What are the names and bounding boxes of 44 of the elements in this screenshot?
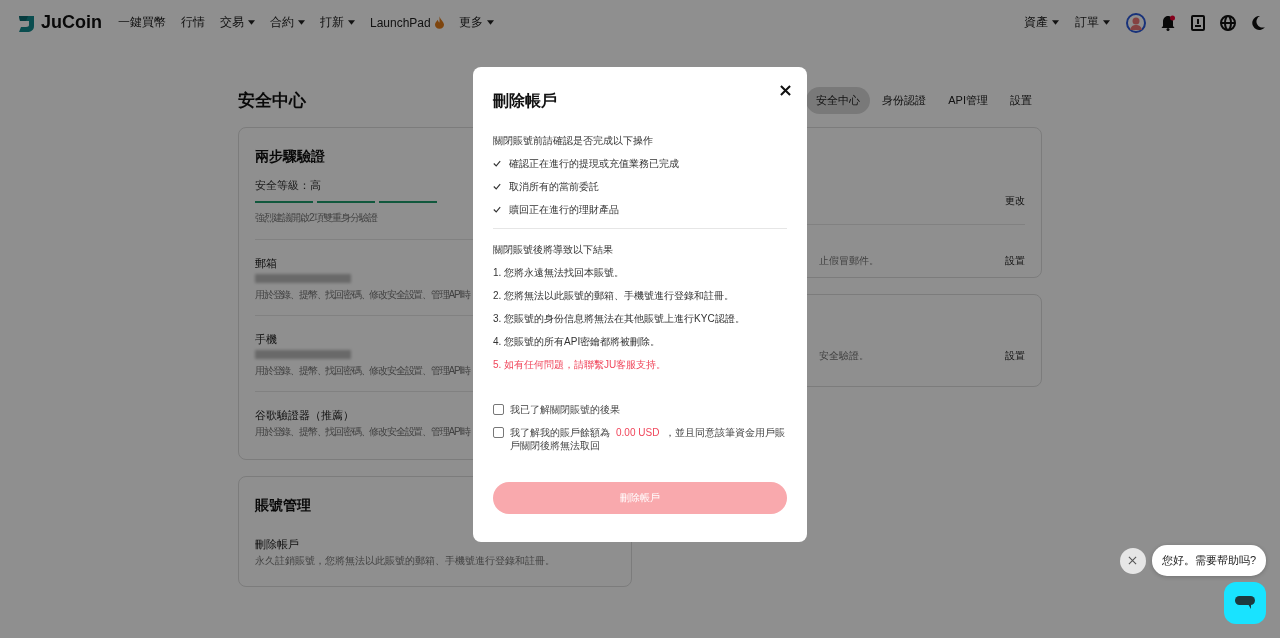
action-link[interactable]: 設置 — [1005, 254, 1025, 268]
checkbox-label: 我了解我的賬戶餘額為 0.00 USD ，並且同意該筆資金用戶賬戶關閉後將無法取回 — [510, 426, 787, 452]
nav-item[interactable]: 交易 — [220, 14, 255, 31]
card-title: 兩步驟驗證 — [255, 148, 325, 166]
page-title: 安全中心 — [238, 89, 306, 112]
nav-item[interactable]: 一鍵買幣 — [118, 14, 166, 31]
row-label: 郵箱 — [255, 256, 277, 271]
row-description: 止假冒郵件。 — [819, 254, 879, 268]
row-label: 谷歌驗證器（推薦） — [255, 408, 354, 423]
menu-button[interactable]: 資產 — [1024, 14, 1059, 31]
chat-bubble: 您好。需要帮助吗? — [1151, 545, 1266, 576]
row-label: 刪除帳戶 — [255, 537, 299, 552]
row-label: 手機 — [255, 332, 277, 347]
tab[interactable]: 身份認證 — [872, 86, 937, 114]
row-description: 用於登錄、提幣、找回密碼、修改安全設置、管理API時 — [255, 364, 470, 378]
consequence-item: 4. 您賬號的所有API密鑰都將被刪除。 — [493, 335, 662, 348]
warning-text: 5. 如有任何問題，請聯繫JU客服支持。 — [493, 358, 668, 371]
row-description: 用於登錄、提幣、找回密碼、修改安全設置、管理API時 — [255, 288, 470, 302]
action-link[interactable]: 更改 — [1005, 194, 1025, 208]
nav-item[interactable]: 更多 — [458, 14, 494, 31]
row-description: 永久註銷賬號，您將無法以此賬號的郵箱、手機號進行登錄和註冊。 — [255, 554, 555, 568]
nav-item[interactable]: LaunchPad — [370, 15, 444, 30]
row-description: 安全驗證。 — [819, 349, 869, 363]
checklist-item: 取消所有的當前委託 — [509, 180, 599, 193]
tab[interactable]: 設置 — [1000, 86, 1042, 114]
section-heading: 關閉賬號後將導致以下結果 — [493, 243, 614, 256]
security-level: 安全等級：高 — [255, 178, 321, 193]
consequence-item: 3. 您賬號的身份信息將無法在其他賬號上進行KYC認證。 — [493, 312, 746, 325]
dialog-title: 刪除帳戶 — [493, 91, 557, 111]
tab[interactable]: 安全中心 — [806, 86, 871, 114]
nav-item[interactable]: 打新 — [320, 14, 355, 31]
card-title: 賬號管理 — [255, 497, 311, 515]
consequence-item: 2. 您將無法以此賬號的郵箱、手機號進行登錄和註冊。 — [493, 289, 736, 302]
nav-item[interactable]: 行情 — [181, 14, 205, 31]
menu-button[interactable]: 訂單 — [1075, 14, 1110, 31]
tab[interactable]: API管理 — [938, 86, 998, 114]
brand-name: JuCoin — [41, 12, 102, 33]
nav-item[interactable]: 合約 — [270, 14, 305, 31]
consequence-item: 1. 您將永遠無法找回本賬號。 — [493, 266, 626, 279]
intro-text: 關閉賬號前請確認是否完成以下操作 — [493, 134, 654, 147]
checkbox-label: 我已了解關閉賬號的後果 — [510, 403, 621, 416]
checklist-item: 確認正在進行的提現或充值業務已完成 — [509, 157, 679, 170]
action-link[interactable]: 設置 — [1005, 349, 1025, 363]
row-description: 用於登錄、提幣、找回密碼、修改安全設置、管理API時 — [255, 425, 470, 439]
